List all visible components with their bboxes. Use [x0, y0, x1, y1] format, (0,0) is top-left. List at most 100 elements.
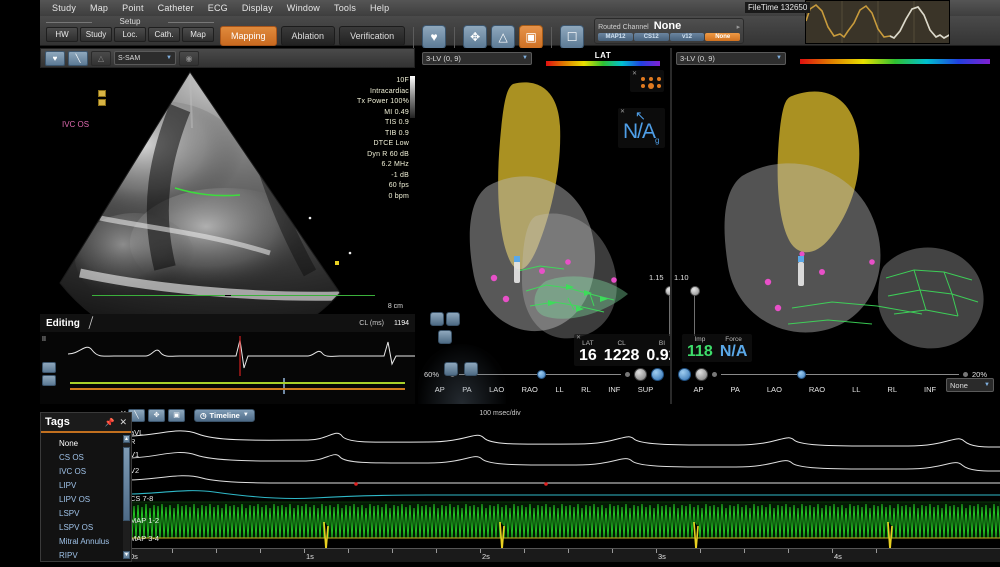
mode-button-mapping[interactable]: Mapping	[220, 26, 277, 46]
map-right-vertical-slider[interactable]: 1.10	[690, 278, 700, 336]
map-right-zoom-track[interactable]	[721, 374, 959, 375]
tag-item-none[interactable]: None	[41, 436, 131, 450]
ice-heart-icon[interactable]: ♥	[45, 51, 65, 66]
stat-lat: LAT 16	[579, 340, 597, 365]
view-button-rao[interactable]: RAO	[809, 385, 825, 394]
na-indicator-hud[interactable]: ✕ ↖ N/Ag	[618, 108, 665, 148]
pencil-icon[interactable]: ╱	[87, 317, 95, 329]
tag-item-ivc-os[interactable]: IVC OS	[41, 464, 131, 478]
chevron-right-icon[interactable]: ▸	[737, 23, 741, 31]
routed-button-v12[interactable]: v12	[670, 33, 705, 41]
scroll-down-icon[interactable]: ▼	[123, 551, 130, 559]
menu-item-study[interactable]: Study	[52, 3, 76, 13]
close-icon[interactable]: ✕	[620, 108, 625, 115]
ecg-caliper-icon[interactable]: ✥	[148, 409, 165, 422]
light-orb-icon[interactable]	[634, 368, 647, 381]
mode-button-verification[interactable]: Verification	[339, 26, 405, 46]
map-right-zoom-knob[interactable]	[797, 370, 806, 379]
tags-scrollbar-thumb[interactable]	[123, 447, 130, 521]
lock-icons[interactable]	[98, 90, 106, 106]
map-left-zoom-knob[interactable]	[537, 370, 546, 379]
rotate-orb-icon[interactable]	[651, 368, 664, 381]
setup-button-map[interactable]: Map	[182, 27, 214, 42]
map-right-name: 3-LV (0, 9)	[680, 54, 715, 63]
menu-item-map[interactable]: Map	[90, 3, 108, 13]
editing-bar: Editing ╱ CL (ms) 1194	[40, 314, 415, 332]
ecg-traces[interactable]: aVL R V1 V2 CS 7-8 MAP 1-2 MAP 3-4	[128, 422, 1000, 562]
window-icon[interactable]: ☐	[560, 25, 584, 49]
ice-image-view[interactable]: IVC OS 10F Intracardiac Tx Power 100% MI…	[40, 68, 415, 316]
menu-item-help[interactable]: Help	[370, 3, 389, 13]
map-right-header: 3-LV (0, 9) ▼	[672, 48, 1000, 66]
tags-scrollbar[interactable]: ▲ ▼	[123, 435, 130, 559]
view-button-lao[interactable]: LAO	[767, 385, 782, 394]
map-right-canvas[interactable]: 1.10 Imp 118 Force N/A	[672, 66, 1000, 366]
routed-button-cs12[interactable]: CS12	[634, 33, 669, 41]
ice-preset-select[interactable]: S-SAM ▼	[114, 51, 176, 65]
view-button-inf[interactable]: INF	[608, 385, 620, 394]
stat-bi: BI 0.92	[646, 340, 670, 365]
scroll-up-icon[interactable]: ▲	[123, 435, 130, 443]
view-button-inf[interactable]: INF	[924, 385, 936, 394]
heart-plus-icon[interactable]: ♥	[422, 25, 446, 49]
setup-button-study[interactable]: Study	[80, 27, 112, 42]
menu-item-ecg[interactable]: ECG	[208, 3, 228, 13]
ecg-save-icon[interactable]: ▣	[168, 409, 185, 422]
timeline-button[interactable]: ◷ Timeline ▼	[194, 409, 255, 422]
view-button-pa[interactable]: PA	[730, 385, 739, 394]
routed-button-none[interactable]: None	[705, 33, 740, 41]
signal-tool-buttons[interactable]	[42, 362, 56, 386]
ice-measure-icon[interactable]: ╲	[68, 51, 88, 66]
view-button-rao[interactable]: RAO	[522, 385, 538, 394]
tag-item-lspv-os[interactable]: LSPV OS	[41, 520, 131, 534]
menu-item-window[interactable]: Window	[287, 3, 320, 13]
tag-item-lipv-os[interactable]: LIPV OS	[41, 492, 131, 506]
menu-item-catheter[interactable]: Catheter	[158, 3, 194, 13]
map-right-none-select[interactable]: None ▼	[946, 378, 994, 392]
slider-knob[interactable]	[690, 286, 700, 296]
tag-item-cs-os[interactable]: CS OS	[41, 450, 131, 464]
tag-item-mitral-annulus[interactable]: Mitral Annulus	[41, 534, 131, 548]
menu-item-display[interactable]: Display	[242, 3, 273, 13]
mode-button-ablation[interactable]: Ablation	[281, 26, 336, 46]
close-icon[interactable]: ✕	[576, 334, 581, 341]
setup-label: Setup	[40, 17, 220, 27]
ecg-sweep-label: 100 msec/div	[479, 410, 520, 417]
left-gutter	[0, 0, 40, 562]
view-button-ap[interactable]: AP	[693, 385, 703, 394]
map-right-select[interactable]: 3-LV (0, 9) ▼	[676, 52, 786, 65]
view-button-ll[interactable]: LL	[852, 385, 860, 394]
signal-review-strip[interactable]: II	[40, 332, 415, 404]
menu-item-tools[interactable]: Tools	[334, 3, 356, 13]
lat-grid-hud[interactable]: ✕	[630, 70, 664, 92]
view-button-rl[interactable]: RL	[581, 385, 591, 394]
compass-icon[interactable]: ✥	[463, 25, 487, 49]
setup-group: Setup HW Study Loc. Cath. Map	[40, 16, 220, 42]
map-right-color-bar	[800, 59, 990, 64]
close-icon[interactable]: ✕	[119, 417, 127, 428]
close-icon[interactable]: ✕	[632, 70, 637, 77]
slider-dot-left	[712, 372, 717, 377]
ice-extra-icon[interactable]: ◉	[179, 51, 199, 66]
tag-item-lipv[interactable]: LIPV	[41, 478, 131, 492]
view-button-rl[interactable]: RL	[887, 385, 897, 394]
cone-icon[interactable]: △	[491, 25, 515, 49]
map-left-footer: 60% AP PA LAO RAO LL RL INF SUP	[418, 366, 670, 404]
rotate-orb-icon[interactable]	[678, 368, 691, 381]
ice-shape-icon[interactable]: △	[91, 51, 111, 66]
view-button-sup[interactable]: SUP	[638, 385, 653, 394]
tags-header: Tags 📌 ✕	[41, 413, 131, 433]
tag-item-lspv[interactable]: LSPV	[41, 506, 131, 520]
tag-item-ripv[interactable]: RIPV	[41, 548, 131, 562]
stat-force: Force N/A	[720, 336, 748, 361]
camera-record-icon[interactable]: ▣	[519, 25, 543, 49]
light-orb-icon[interactable]	[695, 368, 708, 381]
pin-icon[interactable]: 📌	[104, 418, 114, 427]
routed-button-map12[interactable]: MAP12	[598, 33, 633, 41]
map-left-select[interactable]: 3-LV (0, 9) ▼	[422, 52, 532, 65]
setup-button-loc[interactable]: Loc.	[114, 27, 146, 42]
menu-item-point[interactable]: Point	[122, 3, 144, 13]
setup-button-cath[interactable]: Cath.	[148, 27, 180, 42]
view-button-ll[interactable]: LL	[555, 385, 563, 394]
setup-button-hw[interactable]: HW	[46, 27, 78, 42]
